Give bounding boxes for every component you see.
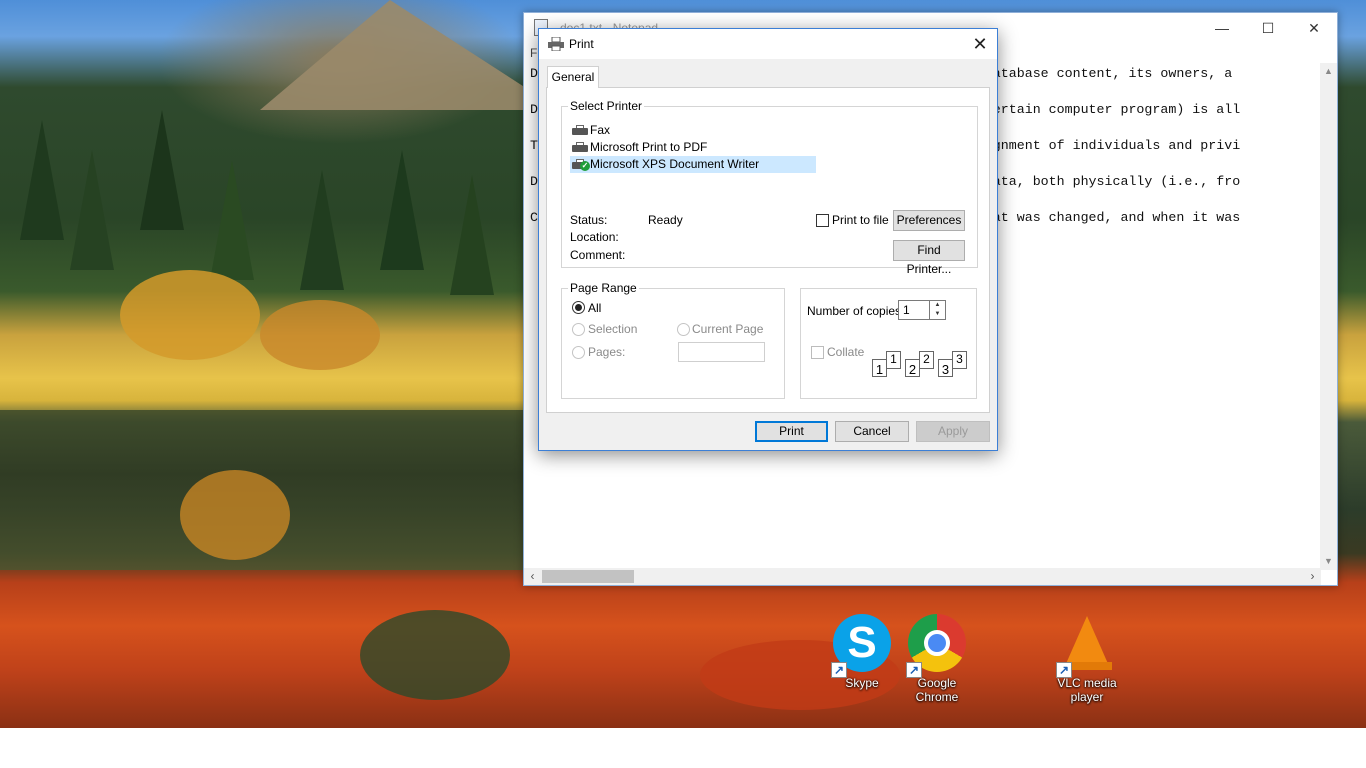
horizontal-scroll-thumb[interactable] <box>542 570 634 583</box>
preferences-button[interactable]: Preferences <box>893 210 965 231</box>
desktop-bottom-strip <box>0 728 1366 768</box>
shortcut-arrow-icon: ↗ <box>831 662 847 678</box>
collate-page-icon: 2 <box>905 359 920 377</box>
stepper-down-icon[interactable]: ▼ <box>930 310 945 319</box>
tree-shape <box>380 150 424 270</box>
radio-current-page-label[interactable]: Current Page <box>692 322 763 336</box>
fax-printer-icon <box>572 125 588 136</box>
select-printer-group: Select Printer Fax Microsoft Print to PD… <box>561 99 978 276</box>
printer-name: Fax <box>590 123 611 137</box>
skype-shortcut[interactable]: S ↗ Skype <box>822 614 902 690</box>
autumn-bush <box>120 270 260 360</box>
cancel-button[interactable]: Cancel <box>835 421 909 442</box>
collate-label[interactable]: Collate <box>827 345 864 359</box>
pine-shrub <box>360 610 510 700</box>
printer-name: Microsoft Print to PDF <box>590 140 708 154</box>
collate-page-icon: 3 <box>938 359 953 377</box>
copies-label: Number of copies: <box>807 304 905 318</box>
apply-button[interactable]: Apply <box>916 421 990 442</box>
tab-general[interactable]: General <box>547 66 599 88</box>
copies-input[interactable]: 1 <box>898 300 930 320</box>
printer-item-fax[interactable]: Fax <box>570 122 816 139</box>
collate-page-icon: 2 <box>919 351 934 369</box>
shortcut-arrow-icon: ↗ <box>906 662 922 678</box>
printer-icon <box>548 37 564 51</box>
general-tab-panel: Select Printer Fax Microsoft Print to PD… <box>546 87 990 413</box>
page-range-group: Page Range All Selection Current Page Pa… <box>561 281 785 399</box>
collate-page-icon: 3 <box>952 351 967 369</box>
printer-name: Microsoft XPS Document Writer <box>590 157 760 171</box>
shortcut-arrow-icon: ↗ <box>1056 662 1072 678</box>
radio-pages-label[interactable]: Pages: <box>588 345 625 359</box>
print-to-file-label[interactable]: Print to file <box>832 213 889 227</box>
copies-stepper[interactable]: ▲ ▼ <box>930 300 946 320</box>
printer-item-xps[interactable]: ✓ Microsoft XPS Document Writer <box>570 156 816 173</box>
comment-label: Comment: <box>570 248 626 262</box>
close-icon[interactable]: ✕ <box>963 29 997 59</box>
collate-page-icon: 1 <box>886 351 901 369</box>
page-range-legend: Page Range <box>568 281 639 295</box>
maximize-button[interactable]: ☐ <box>1245 13 1291 43</box>
mountain-scenery <box>260 0 560 110</box>
pdf-printer-icon <box>572 142 588 153</box>
autumn-bush <box>180 470 290 560</box>
find-printer-button[interactable]: Find Printer... <box>893 240 965 276</box>
radio-current-page[interactable] <box>677 323 690 336</box>
print-dialog[interactable]: Print ✕ General Select Printer Fax Micro… <box>538 28 998 451</box>
copies-group: Number of copies: 1 ▲ ▼ Collate 1 1 2 2 … <box>800 288 977 399</box>
location-label: Location: <box>570 230 619 244</box>
printer-item-pdf[interactable]: Microsoft Print to PDF <box>570 139 816 156</box>
tree-shape <box>300 170 344 290</box>
print-button[interactable]: Print <box>755 421 828 442</box>
default-check-icon: ✓ <box>580 161 590 171</box>
horizontal-scrollbar[interactable]: ‹ › <box>524 568 1321 585</box>
select-printer-legend: Select Printer <box>568 99 645 113</box>
vlc-shortcut[interactable]: ↗ VLC media player <box>1047 614 1127 704</box>
collate-checkbox[interactable] <box>811 346 824 359</box>
chrome-icon: ↗ <box>906 614 966 678</box>
chrome-shortcut[interactable]: ↗ Google Chrome <box>897 614 977 704</box>
pages-input[interactable] <box>678 342 765 362</box>
tree-shape <box>20 120 64 240</box>
radio-pages[interactable] <box>572 346 585 359</box>
radio-selection[interactable] <box>572 323 585 336</box>
radio-all[interactable] <box>572 301 585 314</box>
vlc-icon: ↗ <box>1056 614 1116 678</box>
scroll-left-icon[interactable]: ‹ <box>524 568 541 585</box>
minimize-button[interactable]: — <box>1199 13 1245 43</box>
radio-selection-label[interactable]: Selection <box>588 322 637 336</box>
xps-printer-icon: ✓ <box>572 159 590 171</box>
print-to-file-checkbox[interactable] <box>816 214 829 227</box>
shortcut-label: Skype <box>845 676 879 690</box>
skype-icon: S ↗ <box>831 614 891 678</box>
scroll-right-icon[interactable]: › <box>1304 568 1321 585</box>
print-dialog-titlebar[interactable]: Print ✕ <box>539 29 997 59</box>
shortcut-label: Google Chrome <box>915 676 959 704</box>
scroll-up-icon[interactable]: ▲ <box>1320 63 1337 80</box>
close-button[interactable]: ✕ <box>1291 13 1337 43</box>
radio-all-label[interactable]: All <box>588 301 601 315</box>
tree-shape <box>450 175 494 295</box>
status-label: Status: <box>570 213 608 227</box>
autumn-bush <box>260 300 380 370</box>
tree-shape <box>210 160 254 280</box>
tree-shape <box>70 150 114 270</box>
status-value: Ready <box>648 213 683 227</box>
scroll-down-icon[interactable]: ▼ <box>1320 553 1337 570</box>
vertical-scrollbar[interactable]: ▲ ▼ <box>1320 63 1337 570</box>
print-dialog-title: Print <box>569 37 594 51</box>
shortcut-label: VLC media player <box>1057 676 1117 704</box>
collate-page-icon: 1 <box>872 359 887 377</box>
stepper-up-icon[interactable]: ▲ <box>930 301 945 310</box>
tree-shape <box>140 110 184 230</box>
